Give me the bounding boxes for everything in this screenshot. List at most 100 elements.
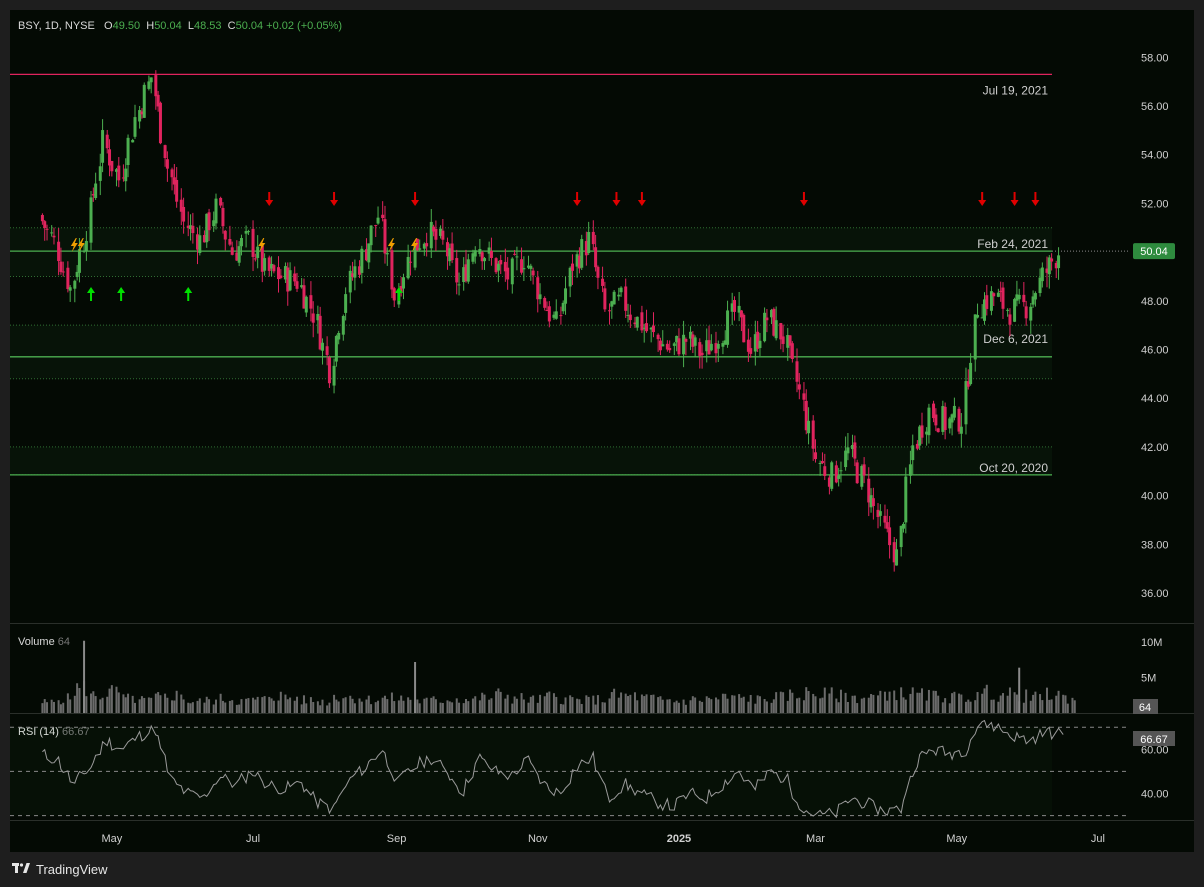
candle-body (40, 214, 44, 222)
volume-bar (187, 702, 190, 713)
candle-body (98, 166, 102, 181)
time-axis-tick: Sep (387, 833, 407, 845)
candle-body (50, 232, 54, 234)
volume-bar (143, 697, 146, 713)
candle-body (927, 407, 931, 436)
volume-bar (513, 696, 516, 713)
candle-body (853, 442, 857, 459)
volume-bar (886, 700, 889, 713)
chart-canvas[interactable]: Jul 19, 2021 Feb 24, 2021 Dec 6, 2021 Oct 2… (0, 0, 1204, 887)
volume-bar (414, 662, 417, 713)
candle-body (1057, 255, 1061, 269)
arrow-down-icon (612, 192, 621, 206)
volume-bar (511, 703, 514, 713)
candle-body (230, 247, 234, 255)
volume-bar (536, 702, 539, 713)
volume-bar (272, 700, 275, 713)
volume-bar (613, 688, 616, 713)
volume-bar (166, 697, 169, 713)
volume-bar (319, 705, 322, 713)
volume-bar (823, 687, 826, 713)
candle-body (207, 212, 211, 231)
candle-body (483, 258, 487, 262)
volume-bar (902, 697, 905, 713)
arrow-down-icon (573, 192, 582, 206)
candle-body (510, 258, 514, 285)
volume-bar (967, 699, 970, 713)
candle-body (272, 265, 276, 272)
candle-body (693, 337, 697, 346)
candle-body (871, 498, 875, 507)
volume-bar (92, 691, 95, 713)
volume-bar (867, 697, 870, 713)
candle-body (367, 243, 371, 263)
level-zone (10, 325, 1052, 379)
candle-body (124, 168, 128, 182)
volume-bar (684, 704, 687, 713)
volume-bar (504, 698, 507, 713)
candle-body (726, 310, 730, 345)
volume-bar (254, 699, 257, 713)
candle-body (341, 316, 345, 335)
volume-bar (1022, 702, 1025, 713)
candle-body (198, 235, 202, 253)
price-axis-tick: 56.00 (1141, 101, 1169, 113)
time-axis-tick: Nov (528, 833, 548, 845)
volume-bar (416, 699, 419, 713)
candle-body (522, 268, 526, 270)
volume-bar (351, 698, 354, 713)
arrow-down-icon (799, 192, 808, 206)
candle-body (52, 235, 56, 238)
candle-body (182, 206, 186, 222)
volume-bar (705, 696, 708, 713)
volume-bar (205, 696, 208, 713)
candle-body (320, 342, 324, 351)
candle-body (855, 462, 859, 484)
volume-bar (94, 696, 97, 713)
volume-bar (99, 699, 102, 713)
candle-body (807, 420, 811, 434)
volume-bar (1034, 691, 1037, 713)
volume-bar (393, 701, 396, 713)
volume-bar (698, 700, 701, 713)
volume-bar (944, 698, 947, 713)
volume-bar (439, 702, 442, 713)
candle-body (895, 549, 899, 566)
volume-bar (231, 700, 234, 713)
time-axis-tick: Jul (1091, 833, 1105, 845)
candle-body (1001, 287, 1005, 309)
candle-body (61, 271, 65, 273)
candle-body (466, 259, 470, 282)
candle-body (742, 314, 746, 343)
volume-bar (900, 687, 903, 713)
volume-bar (349, 695, 352, 713)
price-axis-tick: 36.00 (1141, 588, 1169, 600)
volume-bar (138, 699, 141, 713)
candle-body (846, 447, 850, 454)
volume-bar (714, 697, 717, 713)
arrow-down-icon (637, 192, 646, 206)
arrow-down-icon (1010, 192, 1019, 206)
candle-body (969, 362, 973, 385)
candle-body (520, 259, 524, 273)
volume-bar (462, 703, 465, 713)
candle-body (763, 312, 767, 342)
volume-bar (268, 696, 271, 713)
volume-bar (791, 692, 794, 713)
volume-bar (932, 690, 935, 713)
volume-bar (985, 684, 988, 713)
volume-bar (937, 695, 940, 713)
volume-bar (85, 696, 88, 713)
candle-body (1040, 267, 1044, 282)
volume-bar (219, 693, 222, 713)
candle-body (237, 246, 241, 263)
last-price-label: 50.04 (1140, 246, 1168, 258)
candle-body (920, 425, 924, 438)
candle-body (1022, 294, 1026, 303)
volume-bar (948, 703, 951, 713)
volume-bar (1032, 694, 1035, 713)
candle-body (996, 292, 1000, 297)
volume-bar (157, 692, 160, 713)
volume-bar (941, 702, 944, 713)
volume-bar (302, 695, 305, 713)
